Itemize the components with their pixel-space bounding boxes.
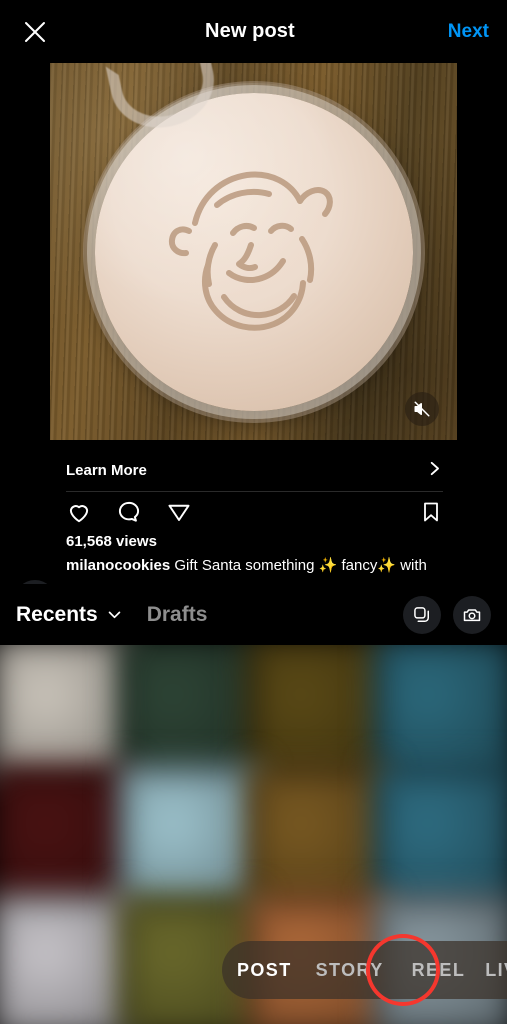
post-caption: milanocookies Gift Santa something ✨ fan… (66, 556, 466, 574)
mode-tab-live[interactable]: LIVE (482, 960, 507, 981)
instagram-new-post-screen: New post Next Learn More 61,568 views mi… (0, 0, 507, 1024)
next-button[interactable]: Next (448, 21, 489, 43)
gallery-thumbnail[interactable] (374, 637, 507, 780)
comment-icon[interactable] (116, 499, 142, 525)
caption-text-2: fancy (337, 557, 378, 574)
post-action-bar (66, 495, 443, 529)
sparkles-icon-1: ✨ (318, 557, 338, 574)
gallery-thumbnail[interactable] (119, 637, 261, 780)
gallery-thumbnail[interactable] (246, 637, 388, 780)
gallery-thumbnail[interactable] (119, 766, 261, 909)
chevron-right-icon (426, 460, 443, 482)
page-title: New post (205, 20, 295, 42)
close-icon[interactable] (18, 15, 52, 49)
santa-latte-art (168, 171, 333, 331)
view-count: 61,568 views (66, 533, 157, 550)
heart-icon[interactable] (66, 499, 92, 525)
album-selector[interactable]: Recents (16, 603, 123, 627)
gallery-actions (403, 595, 491, 634)
gallery-thumbnail[interactable] (0, 766, 133, 909)
gallery-thumbnail[interactable] (246, 766, 388, 909)
sparkles-icon-2: ✨ (377, 557, 397, 574)
gallery-thumbnail[interactable] (0, 637, 133, 780)
mode-tab-story[interactable]: STORY (313, 960, 387, 981)
coffee-mug (84, 82, 423, 421)
caption-text-3: with (396, 557, 427, 574)
top-navigation-bar: New post Next (0, 0, 507, 63)
camera-icon[interactable] (453, 595, 491, 634)
share-paper-plane-icon[interactable] (166, 499, 192, 525)
post-preview: Learn More 61,568 views milanocookies Gi… (0, 63, 507, 622)
gallery-thumbnail[interactable] (0, 895, 133, 1024)
learn-more-label: Learn More (66, 462, 147, 479)
capture-mode-tabs: POST STORY REEL LIVE (222, 941, 507, 999)
caption-text-1: Gift Santa something (170, 557, 319, 574)
speaker-muted-icon[interactable] (405, 392, 439, 426)
mode-tab-reel[interactable]: REEL (409, 960, 469, 981)
mode-tab-post[interactable]: POST (234, 960, 295, 981)
gallery-header-bar: Recents Drafts (0, 584, 507, 645)
chevron-down-icon (106, 606, 123, 623)
multi-select-layers-icon[interactable] (403, 595, 441, 634)
bookmark-icon[interactable] (419, 500, 443, 524)
gallery-thumbnail[interactable] (374, 766, 507, 909)
learn-more-row[interactable]: Learn More (66, 450, 443, 492)
drafts-tab[interactable]: Drafts (147, 603, 208, 627)
album-label: Recents (16, 602, 98, 626)
caption-username[interactable]: milanocookies (66, 557, 170, 574)
media-preview[interactable] (50, 63, 457, 440)
